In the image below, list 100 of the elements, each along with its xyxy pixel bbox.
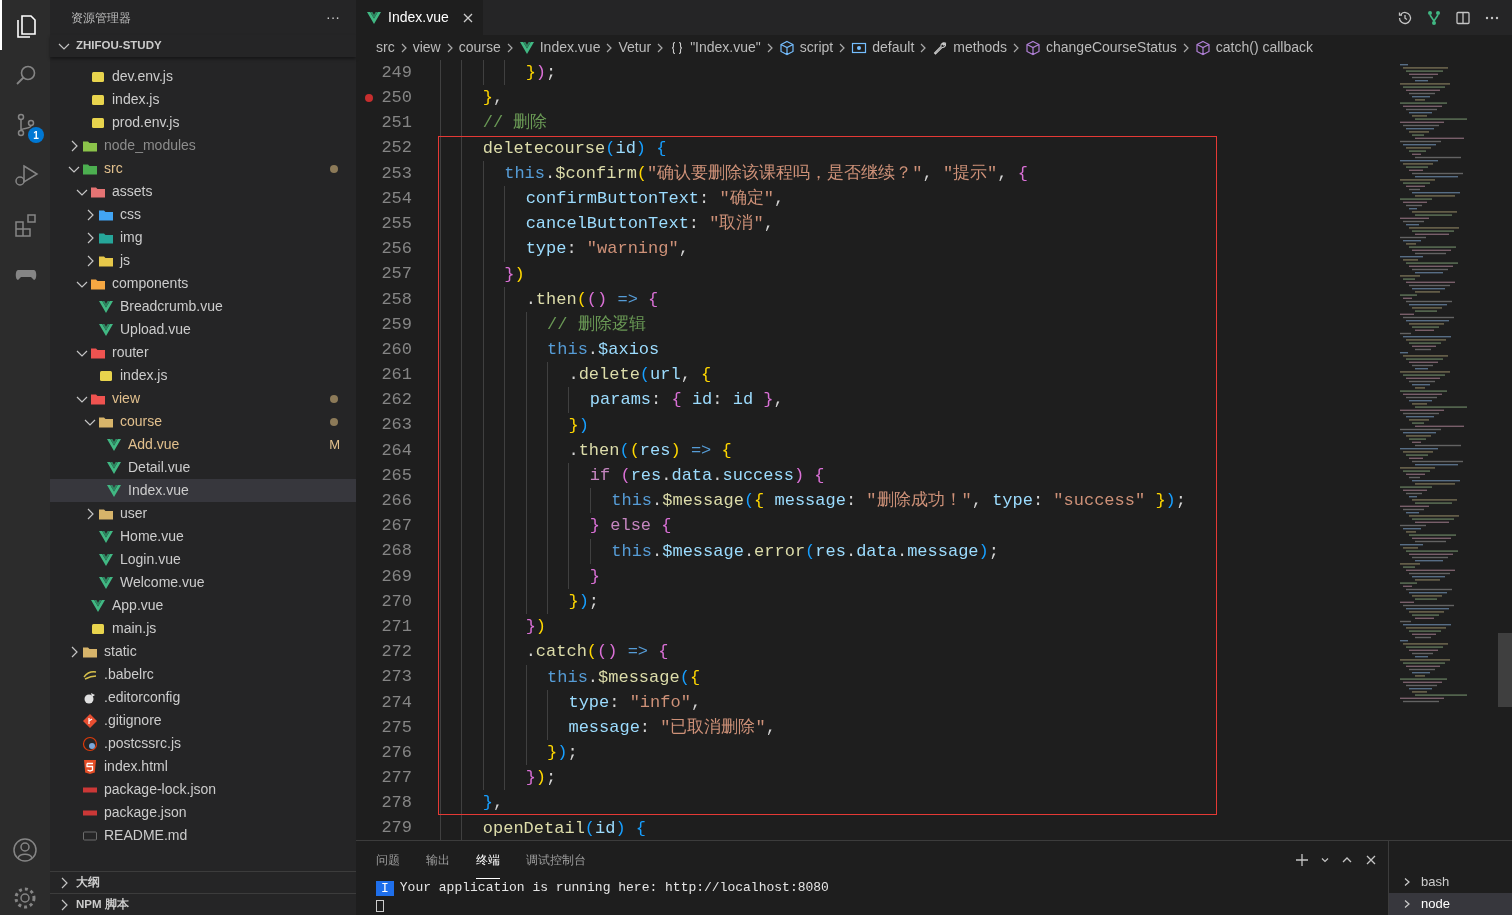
breadcrumb-item[interactable]: Vetur	[615, 37, 655, 58]
branch-icon[interactable]	[1426, 9, 1442, 26]
terminal-output: Your application is running here: http://localhost:8080	[399, 879, 829, 898]
code-line: this.$message({ message: "删除成功！", type: "success" });	[440, 488, 1186, 514]
terminal-list-item[interactable]: node	[1389, 893, 1512, 915]
terminal-list-item[interactable]: bash	[1389, 871, 1512, 893]
panel-tab[interactable]: 终端	[476, 841, 500, 879]
panel-tab[interactable]: 调试控制台	[526, 841, 586, 879]
tree-item[interactable]: Index.vue	[50, 479, 356, 502]
tree-item[interactable]: user	[50, 502, 356, 525]
notification-badge: 1	[28, 127, 44, 143]
tree-item[interactable]: prod.env.js	[50, 111, 356, 134]
breadcrumb-item[interactable]: src	[373, 37, 398, 58]
code-line: params: { id: id },	[440, 387, 784, 413]
tree-item[interactable]: Detail.vue	[50, 456, 356, 479]
tree-item[interactable]: assets	[50, 180, 356, 203]
line-number: 251	[380, 112, 413, 135]
tree-item[interactable]: App.vue	[50, 594, 356, 617]
tree-item[interactable]: view	[50, 387, 356, 410]
breadcrumb-item[interactable]: script	[775, 37, 837, 58]
line-number: 276	[380, 741, 413, 764]
more-actions-button[interactable]: ···	[326, 7, 340, 28]
panel-tab[interactable]: 输出	[426, 841, 450, 879]
tree-item[interactable]: node_modules	[50, 134, 356, 157]
chevron-down-icon[interactable]	[1320, 855, 1330, 865]
activity-bar-item[interactable]: 1	[0, 100, 50, 150]
line-number: 254	[380, 187, 413, 210]
tree-item[interactable]: css	[50, 203, 356, 226]
code-line: type: "warning",	[440, 236, 689, 262]
line-number: 262	[380, 389, 413, 412]
code-line: message: "已取消删除",	[440, 714, 776, 741]
tree-item[interactable]: src	[50, 157, 356, 180]
tree-item[interactable]: main.js	[50, 617, 356, 640]
tree-item[interactable]: Welcome.vue	[50, 571, 356, 594]
breadcrumb-item[interactable]: view	[409, 37, 444, 58]
tree-item[interactable]: router	[50, 341, 356, 364]
tree-item[interactable]: img	[50, 226, 356, 249]
tree-item[interactable]: index.js	[50, 364, 356, 387]
tree-item[interactable]: Home.vue	[50, 525, 356, 548]
folder-section-header[interactable]: ZHIFOU-STUDY	[50, 35, 356, 57]
tree-item[interactable]: package.json	[50, 801, 356, 824]
split-editor-icon[interactable]	[1455, 9, 1471, 26]
line-number: 273	[380, 666, 413, 689]
tree-item[interactable]: Upload.vue	[50, 318, 356, 341]
code-line: .then(() => {	[440, 286, 659, 312]
code-line: });	[440, 60, 557, 86]
tree-item[interactable]: components	[50, 272, 356, 295]
line-number: 269	[380, 565, 413, 588]
panel-tab[interactable]: 问题	[376, 841, 400, 879]
shield-icon	[82, 758, 98, 775]
vue-logo-icon	[106, 482, 122, 499]
plus-icon[interactable]	[1294, 852, 1310, 868]
line-number: 260	[380, 338, 413, 361]
tree-item[interactable]: Add.vue M	[50, 433, 356, 456]
account-icon[interactable]	[12, 837, 38, 863]
tree-item[interactable]: README.md	[50, 824, 356, 847]
code-line: this.$message.error(res.data.message);	[440, 538, 999, 564]
breadcrumb-item[interactable]: default	[848, 37, 918, 58]
tree-item[interactable]: Login.vue	[50, 548, 356, 571]
breadcrumb-item[interactable]: methods	[929, 37, 1010, 58]
line-number: 250	[380, 87, 413, 110]
tree-item[interactable]: .postcssrc.js	[50, 732, 356, 755]
breadcrumb-item[interactable]: course	[455, 37, 504, 58]
breadcrumb-item[interactable]: catch() callback	[1191, 37, 1317, 58]
editor-tab[interactable]: Index.vue	[356, 0, 483, 35]
code-line: this.$axios	[440, 337, 660, 363]
history-icon[interactable]	[1397, 9, 1413, 26]
code-line: this.$message({	[440, 664, 701, 690]
vue-logo-icon	[106, 436, 122, 453]
breadcrumb-item[interactable]: "Index.vue"	[666, 37, 764, 58]
close-icon[interactable]	[1364, 853, 1378, 867]
tree-item[interactable]: course	[50, 410, 356, 433]
tree-item[interactable]: Breadcrumb.vue	[50, 295, 356, 318]
code-line: type: "info",	[440, 689, 702, 715]
tree-item[interactable]: dev.env.js	[50, 65, 356, 88]
line-number: 255	[380, 212, 413, 235]
line-number: 257	[380, 263, 413, 286]
tree-item[interactable]: index.html	[50, 755, 356, 778]
breadcrumb-item[interactable]: Index.vue	[515, 37, 604, 58]
tree-item[interactable]: .gitignore	[50, 709, 356, 732]
cube-icon	[1194, 39, 1211, 56]
code-line: confirmButtonText: "确定",	[440, 185, 785, 212]
code-line: deletecourse(id) {	[440, 135, 667, 161]
line-number: 275	[380, 716, 413, 739]
settings-icon[interactable]	[12, 885, 38, 911]
line-number: 270	[380, 590, 413, 613]
tree-item[interactable]: index.js	[50, 88, 356, 111]
tree-item[interactable]: package-lock.json	[50, 778, 356, 801]
tree-item[interactable]: js	[50, 249, 356, 272]
scrollbar-thumb[interactable]	[1498, 633, 1512, 707]
panel-section-header[interactable]: 大纲	[50, 871, 356, 893]
code-line: }	[440, 563, 601, 589]
code-line: });	[440, 588, 600, 615]
breadcrumb-item[interactable]: changeCourseStatus	[1022, 37, 1180, 58]
panel-section-header[interactable]: NPM 脚本	[50, 893, 356, 915]
tree-item[interactable]: .babelrc	[50, 663, 356, 686]
line-number: 267	[380, 515, 413, 538]
tree-item[interactable]: .editorconfig	[50, 686, 356, 709]
tree-item[interactable]: static	[50, 640, 356, 663]
line-number: 252	[380, 137, 413, 160]
